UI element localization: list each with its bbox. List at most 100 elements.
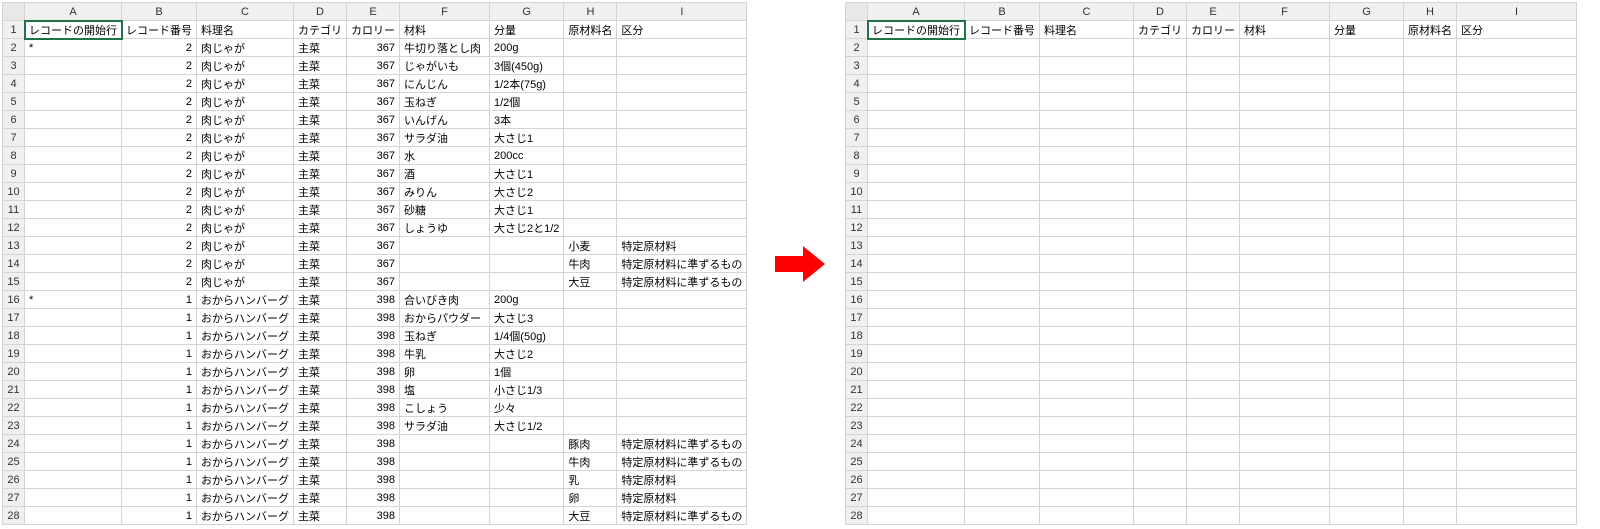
cell[interactable]: [1134, 471, 1187, 489]
cell[interactable]: 肉じゃが: [197, 165, 294, 183]
cell[interactable]: [1330, 201, 1404, 219]
cell[interactable]: 主菜: [294, 489, 347, 507]
cell[interactable]: 1: [122, 381, 197, 399]
cell[interactable]: 肉じゃが: [197, 111, 294, 129]
cell[interactable]: 主菜: [294, 309, 347, 327]
cell[interactable]: [1330, 255, 1404, 273]
cell[interactable]: [1187, 309, 1240, 327]
cell[interactable]: 特定原材料: [617, 489, 747, 507]
cell[interactable]: [1330, 93, 1404, 111]
cell[interactable]: [1040, 57, 1134, 75]
cell[interactable]: 主菜: [294, 381, 347, 399]
cell[interactable]: [1240, 453, 1330, 471]
cell[interactable]: [1187, 273, 1240, 291]
cell[interactable]: [490, 255, 564, 273]
cell[interactable]: [1330, 75, 1404, 93]
cell[interactable]: 1/4個(50g): [490, 327, 564, 345]
cell[interactable]: [1187, 417, 1240, 435]
cell[interactable]: [490, 237, 564, 255]
cell[interactable]: 主菜: [294, 165, 347, 183]
cell[interactable]: [1134, 165, 1187, 183]
row-header[interactable]: 21: [3, 381, 25, 399]
cell[interactable]: 主菜: [294, 237, 347, 255]
cell[interactable]: [490, 471, 564, 489]
cell[interactable]: 367: [347, 165, 400, 183]
row-header[interactable]: 18: [846, 327, 868, 345]
cell[interactable]: 主菜: [294, 273, 347, 291]
cell[interactable]: [564, 381, 617, 399]
cell[interactable]: 主菜: [294, 183, 347, 201]
cell[interactable]: [1134, 201, 1187, 219]
cell[interactable]: [965, 147, 1040, 165]
cell[interactable]: [1404, 147, 1457, 165]
cell[interactable]: [965, 75, 1040, 93]
cell[interactable]: [965, 237, 1040, 255]
row-header[interactable]: 22: [3, 399, 25, 417]
cell[interactable]: 肉じゃが: [197, 93, 294, 111]
row-header[interactable]: 13: [3, 237, 25, 255]
cell[interactable]: [868, 255, 965, 273]
cell[interactable]: [1330, 39, 1404, 57]
row-header[interactable]: 24: [846, 435, 868, 453]
row-header[interactable]: 4: [3, 75, 25, 93]
cell[interactable]: [25, 129, 122, 147]
cell[interactable]: [965, 93, 1040, 111]
cell[interactable]: [1240, 345, 1330, 363]
cell[interactable]: [564, 399, 617, 417]
cell[interactable]: [868, 183, 965, 201]
cell[interactable]: [1040, 255, 1134, 273]
cell[interactable]: 367: [347, 273, 400, 291]
cell[interactable]: [1457, 453, 1577, 471]
cell[interactable]: 2: [122, 111, 197, 129]
cell[interactable]: 2: [122, 165, 197, 183]
cell[interactable]: [564, 309, 617, 327]
cell[interactable]: [617, 57, 747, 75]
cell[interactable]: 367: [347, 129, 400, 147]
column-header-A[interactable]: A: [868, 3, 965, 21]
cell[interactable]: [1330, 453, 1404, 471]
cell[interactable]: [1134, 327, 1187, 345]
cell[interactable]: おからハンバーグ: [197, 381, 294, 399]
cell[interactable]: [868, 489, 965, 507]
cell[interactable]: [1040, 219, 1134, 237]
cell[interactable]: 367: [347, 93, 400, 111]
cell[interactable]: [25, 237, 122, 255]
cell[interactable]: [400, 453, 490, 471]
cell[interactable]: 小麦: [564, 237, 617, 255]
cell[interactable]: 料理名: [197, 21, 294, 39]
cell[interactable]: [1457, 489, 1577, 507]
cell[interactable]: [1240, 291, 1330, 309]
cell[interactable]: [868, 291, 965, 309]
cell[interactable]: 367: [347, 75, 400, 93]
cell[interactable]: [617, 201, 747, 219]
cell[interactable]: 398: [347, 291, 400, 309]
cell[interactable]: [564, 327, 617, 345]
cell[interactable]: [490, 489, 564, 507]
row-header[interactable]: 25: [3, 453, 25, 471]
cell[interactable]: [400, 507, 490, 525]
cell[interactable]: [564, 129, 617, 147]
row-header[interactable]: 16: [846, 291, 868, 309]
cell[interactable]: 398: [347, 489, 400, 507]
cell[interactable]: [1404, 219, 1457, 237]
column-header-B[interactable]: B: [122, 3, 197, 21]
column-header-H[interactable]: H: [1404, 3, 1457, 21]
cell[interactable]: おからハンバーグ: [197, 453, 294, 471]
cell[interactable]: [1040, 147, 1134, 165]
cell[interactable]: 特定原材料: [617, 237, 747, 255]
cell[interactable]: [564, 57, 617, 75]
cell[interactable]: [1187, 147, 1240, 165]
cell[interactable]: 398: [347, 309, 400, 327]
cell[interactable]: 398: [347, 471, 400, 489]
cell[interactable]: [564, 183, 617, 201]
cell[interactable]: 豚肉: [564, 435, 617, 453]
cell[interactable]: おからパウダー: [400, 309, 490, 327]
cell[interactable]: 主菜: [294, 147, 347, 165]
cell[interactable]: [1040, 327, 1134, 345]
cell[interactable]: [965, 381, 1040, 399]
cell[interactable]: [1457, 327, 1577, 345]
cell[interactable]: [1187, 399, 1240, 417]
cell[interactable]: [617, 399, 747, 417]
cell[interactable]: 塩: [400, 381, 490, 399]
cell[interactable]: おからハンバーグ: [197, 489, 294, 507]
